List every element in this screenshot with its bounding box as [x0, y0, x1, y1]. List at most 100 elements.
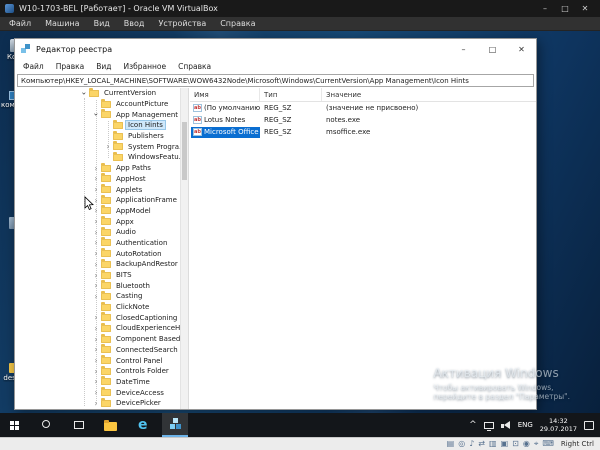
- chevron-icon[interactable]: ›: [91, 260, 101, 269]
- regedit-menu-item[interactable]: Вид: [90, 62, 117, 71]
- usb-icon[interactable]: ▥: [489, 439, 497, 449]
- chevron-icon[interactable]: ›: [91, 174, 101, 183]
- vbox-menu-item[interactable]: Вид: [87, 17, 117, 30]
- action-center-icon[interactable]: [584, 420, 594, 430]
- mouse-icon[interactable]: ⌖: [534, 439, 539, 449]
- chevron-icon[interactable]: ›: [91, 388, 101, 397]
- tree-item[interactable]: › Controls Folder: [15, 365, 181, 377]
- volume-tray-icon[interactable]: [500, 420, 511, 430]
- tree-item[interactable]: › AutoRotation: [15, 248, 181, 259]
- tree-scrollbar-thumb[interactable]: [182, 122, 187, 180]
- column-header-name[interactable]: Имя: [190, 88, 260, 101]
- tree-item[interactable]: › Casting: [15, 290, 181, 302]
- tree-item[interactable]: › Authentication: [15, 237, 181, 249]
- tree-item[interactable]: › CloudExperienceH: [15, 322, 181, 334]
- tree-item[interactable]: AccountPicture: [15, 98, 181, 110]
- tree-item[interactable]: › BITS: [15, 269, 181, 281]
- audio-icon[interactable]: ♪: [469, 439, 474, 449]
- tree-item[interactable]: › ApplicationFrame: [15, 194, 181, 206]
- chevron-icon[interactable]: ›: [91, 206, 101, 215]
- chevron-icon[interactable]: ›: [91, 324, 101, 333]
- regedit-titlebar[interactable]: Редактор реестра: [15, 39, 536, 59]
- recording-icon[interactable]: ◉: [523, 439, 530, 449]
- regedit-close-button[interactable]: [507, 39, 536, 59]
- network-icon[interactable]: ⇄: [478, 439, 485, 449]
- tree-item[interactable]: › CurrentVersion: [15, 88, 181, 99]
- regedit-maximize-button[interactable]: [478, 39, 507, 59]
- cd-icon[interactable]: ◎: [458, 439, 465, 449]
- keyboard-icon[interactable]: ⌨: [542, 439, 554, 449]
- tree-item[interactable]: › Audio: [15, 226, 181, 238]
- tree-item[interactable]: › Component Based: [15, 333, 181, 345]
- chevron-icon[interactable]: ›: [91, 185, 101, 194]
- vbox-menu-item[interactable]: Файл: [2, 17, 38, 30]
- regedit-minimize-button[interactable]: [449, 39, 478, 59]
- chevron-icon[interactable]: ›: [91, 345, 101, 354]
- tree-item[interactable]: › Bluetooth: [15, 280, 181, 291]
- start-taskbar-button[interactable]: [2, 413, 28, 437]
- chevron-icon[interactable]: ›: [91, 217, 101, 226]
- hidden-icons-chevron-icon[interactable]: [469, 421, 477, 430]
- tree-item[interactable]: › BackupAndRestor: [15, 258, 181, 270]
- vbox-titlebar[interactable]: W10-1703-BEL [Работает] - Oracle VM Virt…: [0, 0, 600, 17]
- vbox-maximize-button[interactable]: [555, 0, 575, 17]
- language-indicator[interactable]: ENG: [518, 421, 533, 429]
- vbox-menu-item[interactable]: Ввод: [117, 17, 152, 30]
- chevron-icon[interactable]: ›: [91, 367, 101, 376]
- tree-item[interactable]: Icon Hints: [15, 119, 181, 131]
- chevron-icon[interactable]: ›: [91, 313, 101, 322]
- registry-value-row[interactable]: (По умолчанию) REG_SZ (значение не присв…: [190, 102, 536, 114]
- tree-item[interactable]: › Applets: [15, 184, 181, 195]
- tree-item[interactable]: › DevicePicker: [15, 397, 181, 409]
- vbox-menu-item[interactable]: Машина: [38, 17, 86, 30]
- tree-item[interactable]: › DeviceAccess: [15, 387, 181, 398]
- tree-item[interactable]: › AppHost: [15, 173, 181, 185]
- chevron-icon[interactable]: ›: [91, 164, 101, 173]
- chevron-icon[interactable]: ›: [91, 377, 101, 386]
- chevron-icon[interactable]: ›: [91, 238, 101, 247]
- column-header-value[interactable]: Значение: [322, 88, 536, 101]
- regedit-menu-item[interactable]: Избранное: [118, 62, 173, 71]
- edge-taskbar-button[interactable]: [130, 413, 156, 437]
- task-view-taskbar-button[interactable]: [66, 413, 92, 437]
- regedit-taskbar-button[interactable]: [162, 413, 188, 437]
- regedit-address-input[interactable]: Компьютер\HKEY_LOCAL_MACHINE\SOFTWARE\WO…: [17, 74, 534, 87]
- tree-item[interactable]: › System Progra...: [15, 141, 186, 152]
- network-tray-icon[interactable]: [483, 421, 494, 431]
- chevron-icon[interactable]: ›: [91, 271, 101, 280]
- file-explorer-taskbar-button[interactable]: [98, 413, 124, 437]
- tree-item[interactable]: › Control Panel: [15, 355, 181, 366]
- tree-item[interactable]: › App Paths: [15, 162, 181, 174]
- chevron-icon[interactable]: ›: [91, 356, 101, 365]
- registry-value-row[interactable]: Microsoft Office REG_SZ msoffice.exe: [190, 126, 536, 138]
- search-taskbar-button[interactable]: [34, 413, 60, 437]
- tree-item[interactable]: ClickNote: [15, 301, 181, 313]
- taskbar-clock[interactable]: 14:32 29.07.2017: [540, 417, 577, 433]
- vbox-close-button[interactable]: [575, 0, 595, 17]
- tree-item[interactable]: › DateTime: [15, 376, 181, 388]
- vbox-minimize-button[interactable]: [535, 0, 555, 17]
- tree-item[interactable]: › AppModel: [15, 205, 181, 217]
- regedit-menu-item[interactable]: Правка: [50, 62, 91, 71]
- chevron-icon[interactable]: ›: [91, 281, 101, 290]
- vbox-menu-item[interactable]: Устройства: [151, 17, 213, 30]
- regedit-menu-item[interactable]: Файл: [17, 62, 50, 71]
- registry-value-row[interactable]: Lotus Notes REG_SZ notes.exe: [190, 114, 536, 126]
- tree-item[interactable]: Publishers: [15, 130, 181, 142]
- shared-folder-icon[interactable]: ▣: [501, 439, 509, 449]
- tree-item[interactable]: › ClosedCaptioning: [15, 312, 181, 323]
- chevron-icon[interactable]: ›: [103, 142, 113, 151]
- tree-scrollbar[interactable]: [180, 88, 188, 409]
- chevron-icon[interactable]: ›: [92, 110, 101, 120]
- chevron-icon[interactable]: ›: [91, 335, 101, 344]
- chevron-icon[interactable]: ›: [91, 292, 101, 301]
- chevron-icon[interactable]: ›: [91, 249, 101, 258]
- tree-item[interactable]: › ConnectedSearch: [15, 344, 181, 356]
- tree-item[interactable]: › Appx: [15, 216, 181, 227]
- column-header-type[interactable]: Тип: [260, 88, 322, 101]
- chevron-icon[interactable]: ›: [91, 228, 101, 237]
- chevron-icon[interactable]: ›: [91, 399, 101, 408]
- hdd-icon[interactable]: ▤: [447, 439, 455, 449]
- regedit-menu-item[interactable]: Справка: [172, 62, 217, 71]
- chevron-icon[interactable]: ›: [80, 88, 89, 98]
